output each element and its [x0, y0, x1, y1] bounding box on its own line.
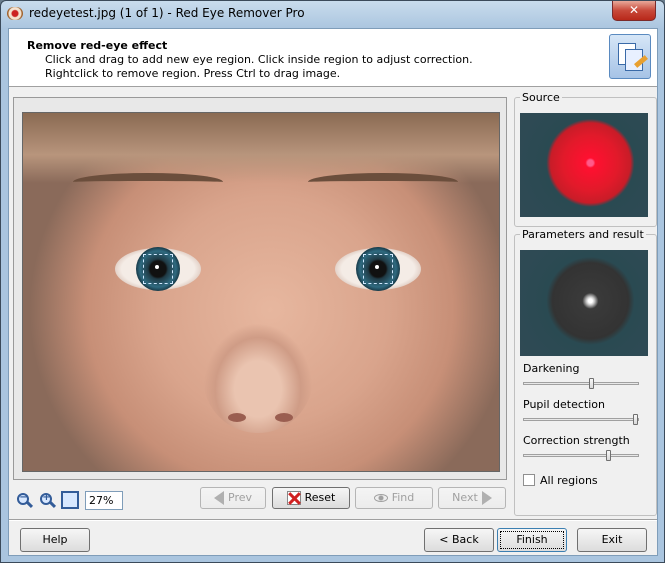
- find-button[interactable]: Find: [355, 487, 433, 509]
- next-button[interactable]: Next: [438, 487, 506, 509]
- darkening-slider-thumb[interactable]: [589, 378, 594, 389]
- left-eyebrow: [73, 173, 223, 191]
- reset-x-icon: [286, 491, 301, 505]
- page-title: Remove red-eye effect: [27, 39, 168, 52]
- instruction-line-1: Click and drag to add new eye region. Cl…: [45, 53, 473, 66]
- image-view-panel: [13, 97, 507, 480]
- fit-to-window-icon[interactable]: [61, 491, 79, 509]
- correction-strength-label: Correction strength: [523, 434, 630, 447]
- pupil-detection-slider-thumb[interactable]: [633, 414, 638, 425]
- all-regions-checkbox[interactable]: [523, 474, 535, 486]
- zoom-level-field[interactable]: 27%: [85, 491, 123, 510]
- title-bar[interactable]: redeyetest.jpg (1 of 1) - Red Eye Remove…: [1, 1, 664, 27]
- reset-button[interactable]: Reset: [272, 487, 350, 509]
- correction-strength-slider[interactable]: [523, 450, 639, 461]
- result-eye-preview: [520, 250, 648, 356]
- pupil-detection-label: Pupil detection: [523, 398, 605, 411]
- darkening-slider[interactable]: [523, 378, 639, 389]
- help-button[interactable]: Help: [20, 528, 90, 552]
- find-label: Find: [391, 491, 415, 504]
- eye-icon: [373, 494, 388, 502]
- red-eye-app-icon: [7, 7, 23, 20]
- source-group: Source: [514, 91, 657, 227]
- prev-label: Prev: [228, 491, 252, 504]
- all-regions-label: All regions: [540, 474, 598, 487]
- exit-button[interactable]: Exit: [577, 528, 647, 552]
- window-title: redeyetest.jpg (1 of 1) - Red Eye Remove…: [29, 6, 305, 20]
- arrow-right-icon: [481, 491, 492, 505]
- pupil-detection-slider[interactable]: [523, 414, 639, 425]
- source-eye-preview: [520, 113, 648, 217]
- arrow-left-icon: [214, 491, 224, 505]
- right-eye-region[interactable]: [363, 254, 393, 284]
- left-nostril: [228, 413, 246, 422]
- photo-hair-area: [23, 113, 499, 183]
- back-button[interactable]: < Back: [424, 528, 494, 552]
- correction-strength-slider-thumb[interactable]: [606, 450, 611, 461]
- parameters-group: Parameters and result Darkening Pupil de…: [514, 228, 657, 516]
- close-button[interactable]: ✕: [612, 1, 656, 21]
- right-nostril: [275, 413, 293, 422]
- next-label: Next: [452, 491, 478, 504]
- finish-button[interactable]: Finish: [497, 528, 567, 552]
- zoom-out-icon[interactable]: −: [15, 491, 35, 511]
- prev-button[interactable]: Prev: [200, 487, 266, 509]
- zoom-in-icon[interactable]: +: [38, 491, 58, 511]
- left-eye-region[interactable]: [143, 254, 173, 284]
- header-panel: Remove red-eye effect Click and drag to …: [9, 29, 657, 87]
- instruction-line-2: Rightclick to remove region. Press Ctrl …: [45, 67, 341, 80]
- zoom-out-symbol: −: [19, 492, 28, 503]
- darkening-label: Darkening: [523, 362, 580, 375]
- dialog-client: Remove red-eye effect Click and drag to …: [8, 28, 658, 556]
- image-toolbar: − + 27% Prev Reset Find Next: [13, 487, 507, 515]
- reset-label: Reset: [304, 491, 336, 504]
- zoom-in-symbol: +: [42, 492, 51, 503]
- right-eyebrow: [308, 173, 458, 191]
- parameters-label: Parameters and result: [520, 228, 646, 241]
- photo-canvas[interactable]: [22, 112, 500, 472]
- wizard-photos-icon: [609, 34, 651, 79]
- source-label: Source: [520, 91, 562, 104]
- app-window: redeyetest.jpg (1 of 1) - Red Eye Remove…: [0, 0, 665, 563]
- footer-divider: [9, 519, 657, 521]
- nose-area: [203, 323, 313, 433]
